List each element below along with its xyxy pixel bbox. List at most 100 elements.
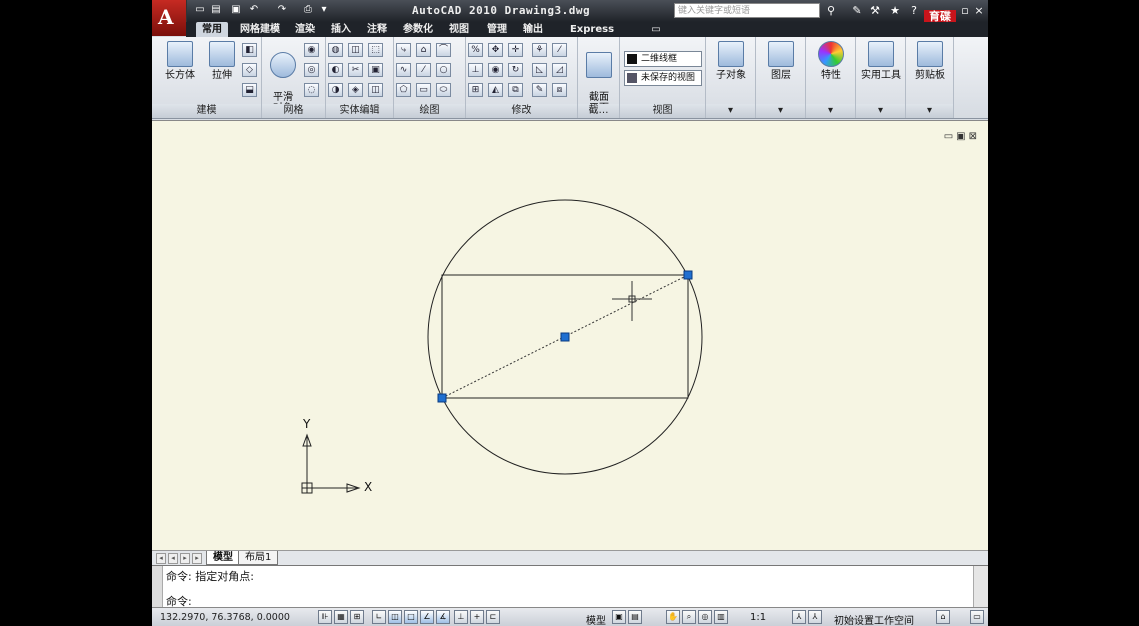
line-icon[interactable]: ⁄ xyxy=(416,63,431,77)
quick-view-layouts-icon[interactable]: ▣ xyxy=(612,610,626,624)
ribbon-minimize-icon[interactable]: ▭ xyxy=(646,22,666,37)
polar-tracking-icon[interactable]: ◫ xyxy=(388,610,402,624)
last-layout-icon[interactable]: ▸ xyxy=(192,553,202,564)
snap-mode-icon[interactable]: ▦ xyxy=(334,610,348,624)
copy-icon[interactable]: ⧉ xyxy=(508,83,523,97)
shell-icon[interactable]: ◈ xyxy=(348,83,363,97)
help-question-icon[interactable]: ? xyxy=(907,4,921,18)
chamfer-icon[interactable]: ◿ xyxy=(552,63,567,77)
quick-view-drawings-icon[interactable]: ▤ xyxy=(628,610,642,624)
tab-annotate[interactable]: 注释 xyxy=(362,22,392,37)
workspace-switcher[interactable]: 初始设置工作空间 xyxy=(834,612,914,626)
polyline-icon[interactable]: ⤷ xyxy=(396,43,411,57)
properties-expand-icon[interactable]: ▾ xyxy=(806,104,855,118)
extract-edges-icon[interactable]: ◫ xyxy=(348,43,363,57)
panel-modeling-label[interactable]: 建模 xyxy=(152,104,261,118)
extrude-faces-icon[interactable]: ⬚ xyxy=(368,43,383,57)
annotation-scale-value[interactable]: 1:1 xyxy=(750,612,766,623)
ellipse-icon[interactable]: ⬭ xyxy=(436,83,451,97)
sweep-icon[interactable]: ⬓ xyxy=(242,83,257,97)
separate-icon[interactable]: ✂ xyxy=(348,63,363,77)
slice-icon[interactable]: ◫ xyxy=(368,83,383,97)
new-file-icon[interactable]: ▭ xyxy=(194,4,206,16)
fillet-icon[interactable]: ◺ xyxy=(532,63,547,77)
ortho-mode-icon[interactable]: ∟ xyxy=(372,610,386,624)
subtract-icon[interactable]: ◐ xyxy=(328,63,343,77)
pan-icon[interactable]: ✋ xyxy=(666,610,680,624)
open-file-icon[interactable]: ▤ xyxy=(210,4,222,16)
plot-icon[interactable]: ⎙ xyxy=(302,4,314,16)
showmotion-icon[interactable]: ▥ xyxy=(714,610,728,624)
search-binoculars-icon[interactable]: ⚲ xyxy=(824,4,838,18)
grip-end[interactable] xyxy=(683,270,693,280)
steering-wheel-icon[interactable]: ◎ xyxy=(698,610,712,624)
toolbar-lock-icon[interactable]: ⌂ xyxy=(936,610,950,624)
first-layout-icon[interactable]: ◂ xyxy=(156,553,166,564)
offset-icon[interactable]: ⧈ xyxy=(552,83,567,97)
tab-insert[interactable]: 插入 xyxy=(326,22,356,37)
coordinate-readout[interactable]: 132.2970, 76.3768, 0.0000 xyxy=(160,612,290,623)
panel-draw-label[interactable]: 绘图 xyxy=(394,104,465,118)
subscription-icon[interactable]: ✎ xyxy=(850,4,864,18)
move-icon[interactable]: ✛ xyxy=(508,43,523,57)
undo-icon[interactable]: ↶ xyxy=(248,4,260,16)
object-snap-icon[interactable]: □ xyxy=(404,610,418,624)
prev-layout-icon[interactable]: ◂ xyxy=(168,553,178,564)
tab-manage[interactable]: 管理 xyxy=(482,22,512,37)
tab-view[interactable]: 视图 xyxy=(444,22,474,37)
3d-move-icon[interactable]: ✥ xyxy=(488,43,503,57)
communication-icon[interactable]: ⚒ xyxy=(868,4,882,18)
redo-icon[interactable]: ↷ xyxy=(276,4,288,16)
tab-model[interactable]: 模型 xyxy=(206,551,240,565)
infer-constraints-icon[interactable]: ⊪ xyxy=(318,610,332,624)
properties-button[interactable]: 特性 xyxy=(811,41,851,81)
auto-scale-icon[interactable]: ⅄ xyxy=(808,610,822,624)
3d-rotate-icon[interactable]: ◉ xyxy=(488,63,503,77)
arc-icon[interactable]: ⌒ xyxy=(436,43,451,57)
panel-solid-editing-label[interactable]: 实体编辑 xyxy=(326,104,393,118)
annotation-visibility-icon[interactable]: ⅄ xyxy=(792,610,806,624)
tab-parametric[interactable]: 参数化 xyxy=(396,22,440,37)
tab-output[interactable]: 输出 xyxy=(518,22,548,37)
mesh-crease-icon[interactable]: ◌ xyxy=(304,83,319,97)
panel-mesh-label[interactable]: 网格 xyxy=(262,104,325,118)
3d-object-snap-icon[interactable]: ∠ xyxy=(420,610,434,624)
window-minimize-icon[interactable]: ▫ xyxy=(958,4,972,18)
intersect-icon[interactable]: ◑ xyxy=(328,83,343,97)
dynamic-input-icon[interactable]: + xyxy=(470,610,484,624)
panel-view-label[interactable]: 视图 xyxy=(620,104,705,118)
drawing-area[interactable]: ▭▣⊠ Y X xyxy=(152,120,988,551)
help-search-input[interactable]: 键入关键字或短语 xyxy=(674,3,820,18)
layers-button[interactable]: 图层 xyxy=(761,41,801,81)
model-space-toggle[interactable]: 模型 xyxy=(586,612,606,626)
tab-express-tools[interactable]: Express Tools xyxy=(556,22,628,50)
application-menu-button[interactable]: A xyxy=(152,0,187,36)
clipboard-button[interactable]: 剪贴板 xyxy=(910,41,950,81)
quick-access-dropdown-icon[interactable]: ▾ xyxy=(318,4,330,16)
extrude-button[interactable]: 拉伸 xyxy=(206,41,238,81)
imprint-icon[interactable]: ▣ xyxy=(368,63,383,77)
subobject-button[interactable]: 子对象 xyxy=(711,41,751,81)
grip-midpoint[interactable] xyxy=(560,332,570,342)
scale-ratio-icon[interactable]: ⚘ xyxy=(532,43,547,57)
layers-expand-icon[interactable]: ▾ xyxy=(756,104,805,118)
command-window-grip[interactable] xyxy=(152,566,163,608)
rotate-icon[interactable]: ↻ xyxy=(508,63,523,77)
drawing-canvas[interactable] xyxy=(152,121,988,551)
next-layout-icon[interactable]: ▸ xyxy=(180,553,190,564)
trim-icon[interactable]: ⁄ xyxy=(552,43,567,57)
tab-home[interactable]: 常用 xyxy=(196,22,228,37)
tab-mesh-modeling[interactable]: 网格建模 xyxy=(234,22,286,37)
command-scrollbar[interactable] xyxy=(973,566,988,608)
utilities-expand-icon[interactable]: ▾ xyxy=(856,104,905,118)
visual-style-dropdown[interactable]: 二维线框 xyxy=(624,51,702,67)
lineweight-icon[interactable]: ⊏ xyxy=(486,610,500,624)
panel-modify-label[interactable]: 修改 xyxy=(466,104,577,118)
utilities-button[interactable]: 实用工具 xyxy=(858,41,904,81)
3d-mirror-icon[interactable]: ◭ xyxy=(488,83,503,97)
dynamic-ucs-icon[interactable]: ⊥ xyxy=(454,610,468,624)
grid-display-icon[interactable]: ⊞ xyxy=(350,610,364,624)
box-button[interactable]: 长方体 xyxy=(162,41,198,81)
save-icon[interactable]: ▣ xyxy=(230,4,242,16)
union-icon[interactable]: ◍ xyxy=(328,43,343,57)
